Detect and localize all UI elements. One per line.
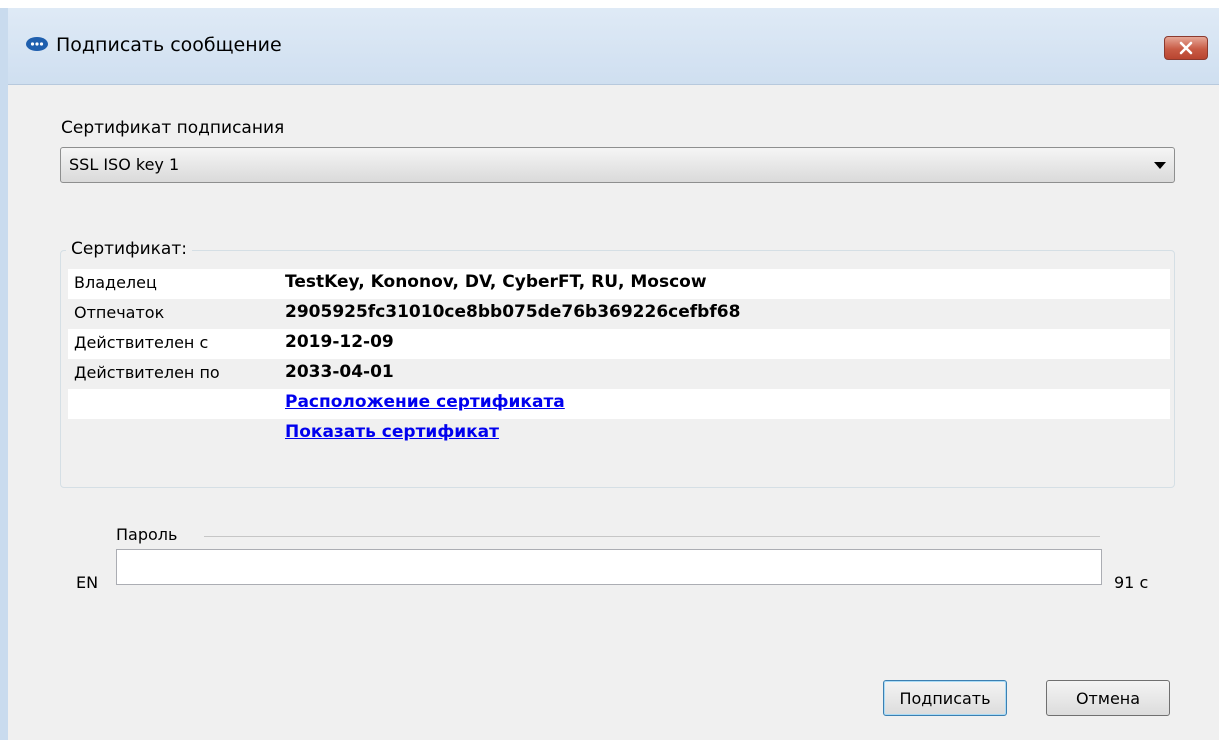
dialog-content: Сертификат подписания SSL ISO key 1 Серт… [8, 85, 1219, 740]
password-timer: 91 с [1114, 573, 1149, 592]
window-title: Подписать сообщение [56, 34, 282, 56]
certificate-location-link[interactable]: Расположение сертификата [285, 392, 565, 412]
certificate-select-value: SSL ISO key 1 [69, 155, 180, 174]
cancel-button[interactable]: Отмена [1046, 680, 1170, 716]
cert-value: 2019-12-09 [285, 332, 394, 352]
cert-key: Владелец [74, 273, 157, 292]
title-bar[interactable]: Подписать сообщение [8, 8, 1219, 85]
cert-row-valid-to: Действителен по 2033-04-01 [68, 359, 1170, 389]
window-frame-top [0, 0, 1219, 8]
cert-row-valid-from: Действителен с 2019-12-09 [68, 329, 1170, 359]
show-certificate-link[interactable]: Показать сертификат [285, 422, 499, 442]
close-button[interactable] [1164, 36, 1208, 60]
keyboard-layout-indicator: EN [76, 573, 99, 592]
cert-key: Действителен по [74, 363, 220, 382]
cert-row-location-link: Расположение сертификата [68, 389, 1170, 419]
password-input[interactable] [116, 549, 1102, 585]
sign-button[interactable]: Подписать [883, 680, 1007, 716]
signing-certificate-label: Сертификат подписания [61, 118, 285, 138]
cert-row-show-link: Показать сертификат [68, 419, 1170, 449]
certificate-groupbox-legend: Сертификат: [66, 239, 192, 259]
password-group-divider [204, 536, 1100, 537]
chevron-down-icon [1154, 162, 1166, 169]
password-label: Пароль [116, 525, 178, 544]
cert-row-thumbprint: Отпечаток 2905925fc31010ce8bb075de76b369… [68, 299, 1170, 329]
cert-key: Отпечаток [74, 303, 165, 322]
cert-value: TestKey, Kononov, DV, CyberFT, RU, Mosco… [285, 272, 707, 292]
certificate-select[interactable]: SSL ISO key 1 [60, 147, 1175, 183]
cert-row-owner: Владелец TestKey, Kononov, DV, CyberFT, … [68, 269, 1170, 299]
cert-key: Действителен с [74, 333, 209, 352]
cert-value: 2905925fc31010ce8bb075de76b369226cefbf68 [285, 302, 741, 322]
window-frame-left [0, 8, 8, 740]
chat-bubble-icon [25, 36, 49, 52]
cert-value: 2033-04-01 [285, 362, 394, 382]
close-icon [1179, 41, 1193, 55]
sign-message-dialog: Подписать сообщение Сертификат подписани… [0, 0, 1219, 740]
